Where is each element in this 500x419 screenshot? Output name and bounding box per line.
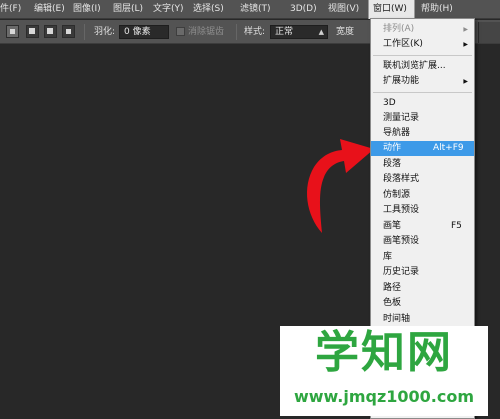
menu-layer[interactable]: 图层(L): [113, 0, 143, 19]
menu-item-label: 画笔: [383, 221, 402, 231]
menu-item-label: 路径: [383, 283, 402, 293]
menu-item-label: 联机浏览扩展...: [383, 61, 446, 71]
menu-separator: [373, 55, 472, 56]
submenu-arrow-icon: ▶: [463, 26, 468, 33]
subtract-from-selection-icon[interactable]: [44, 25, 57, 38]
submenu-arrow-icon: ▶: [463, 78, 468, 85]
menu-item-navigator[interactable]: 导航器: [371, 126, 474, 141]
menu-item-label: 动作: [383, 143, 402, 153]
antialias-checkbox[interactable]: [176, 27, 185, 36]
menu-item-timeline[interactable]: 时间轴: [371, 312, 474, 327]
menu-edit[interactable]: 编辑(E): [34, 0, 65, 19]
menu-item-label: 导航器: [383, 128, 411, 138]
menu-select[interactable]: 选择(S): [193, 0, 224, 19]
menu-item-label: 排列(A): [383, 24, 415, 34]
menu-filter[interactable]: 滤镜(T): [240, 0, 271, 19]
panel-collapse-tab[interactable]: [478, 22, 500, 43]
site-watermark: 学知网 www.jmqz1000.com: [280, 326, 488, 416]
toolbar-divider: [84, 24, 85, 40]
menu-item-label: 历史记录: [383, 267, 420, 277]
menu-item-shortcut: Alt+F9: [433, 143, 464, 153]
menu-item-label: 仿制源: [383, 190, 411, 200]
chevron-down-icon: ▲: [318, 28, 324, 36]
style-select-value: 正常: [275, 27, 294, 37]
style-label: 样式:: [244, 27, 266, 37]
menu-item-3d[interactable]: 3D: [371, 96, 474, 111]
watermark-url: www.jmqz1000.com: [293, 387, 475, 406]
menu-item-arrange[interactable]: 排列(A) ▶: [371, 22, 474, 37]
menu-3d[interactable]: 3D(D): [290, 0, 317, 19]
menu-item-measurement-log[interactable]: 测量记录: [371, 111, 474, 126]
intersect-selection-icon[interactable]: [62, 25, 75, 38]
toolbar-divider: [236, 24, 237, 40]
menu-item-label: 库: [383, 252, 393, 262]
new-selection-icon[interactable]: [6, 25, 19, 38]
menu-item-paragraph-styles[interactable]: 段落样式: [371, 172, 474, 187]
watermark-title: 学知网: [315, 327, 453, 378]
menu-item-workspace[interactable]: 工作区(K) ▶: [371, 37, 474, 52]
menu-help[interactable]: 帮助(H): [421, 0, 453, 19]
antialias-label: 消除锯齿: [188, 27, 225, 37]
menu-item-label: 工具预设: [383, 205, 420, 215]
menu-item-swatches[interactable]: 色板: [371, 296, 474, 311]
red-arrow-icon: [307, 139, 374, 233]
menu-item-label: 扩展功能: [383, 76, 420, 86]
menu-item-tool-presets[interactable]: 工具预设: [371, 203, 474, 218]
menu-item-label: 工作区(K): [383, 39, 423, 49]
width-label: 宽度: [336, 27, 355, 37]
menu-item-shortcut: F5: [451, 221, 462, 231]
menu-item-label: 段落: [383, 159, 402, 169]
submenu-arrow-icon: ▶: [463, 41, 468, 48]
feather-input[interactable]: 0 像素: [119, 25, 169, 39]
menu-item-extensions[interactable]: 扩展功能 ▶: [371, 74, 474, 89]
menu-type[interactable]: 文字(Y): [153, 0, 184, 19]
menu-item-paragraph[interactable]: 段落: [371, 157, 474, 172]
menu-item-label: 测量记录: [383, 113, 420, 123]
menu-item-actions[interactable]: 动作 Alt+F9: [371, 141, 474, 156]
menu-bar: 件(F) 编辑(E) 图像(I) 图层(L) 文字(Y) 选择(S) 滤镜(T)…: [0, 0, 500, 19]
menu-view[interactable]: 视图(V): [328, 0, 359, 19]
menu-item-label: 色板: [383, 298, 402, 308]
menu-item-label: 段落样式: [383, 174, 420, 184]
menu-file[interactable]: 件(F): [0, 0, 21, 19]
menu-item-brush[interactable]: 画笔 F5: [371, 219, 474, 234]
add-to-selection-icon[interactable]: [26, 25, 39, 38]
menu-separator: [373, 92, 472, 93]
menu-item-paths[interactable]: 路径: [371, 281, 474, 296]
menu-item-label: 3D: [383, 98, 396, 108]
menu-item-libraries[interactable]: 库: [371, 250, 474, 265]
menu-item-label: 时间轴: [383, 314, 411, 324]
menu-item-browse-extensions[interactable]: 联机浏览扩展...: [371, 59, 474, 74]
style-select[interactable]: 正常 ▲: [270, 25, 328, 39]
menu-item-label: 画笔预设: [383, 236, 420, 246]
menu-window[interactable]: 窗口(W): [368, 0, 415, 19]
menu-item-history[interactable]: 历史记录: [371, 265, 474, 280]
menu-image[interactable]: 图像(I): [73, 0, 101, 19]
feather-label: 羽化:: [94, 27, 116, 37]
menu-item-brush-presets[interactable]: 画笔预设: [371, 234, 474, 249]
menu-item-clone-source[interactable]: 仿制源: [371, 188, 474, 203]
